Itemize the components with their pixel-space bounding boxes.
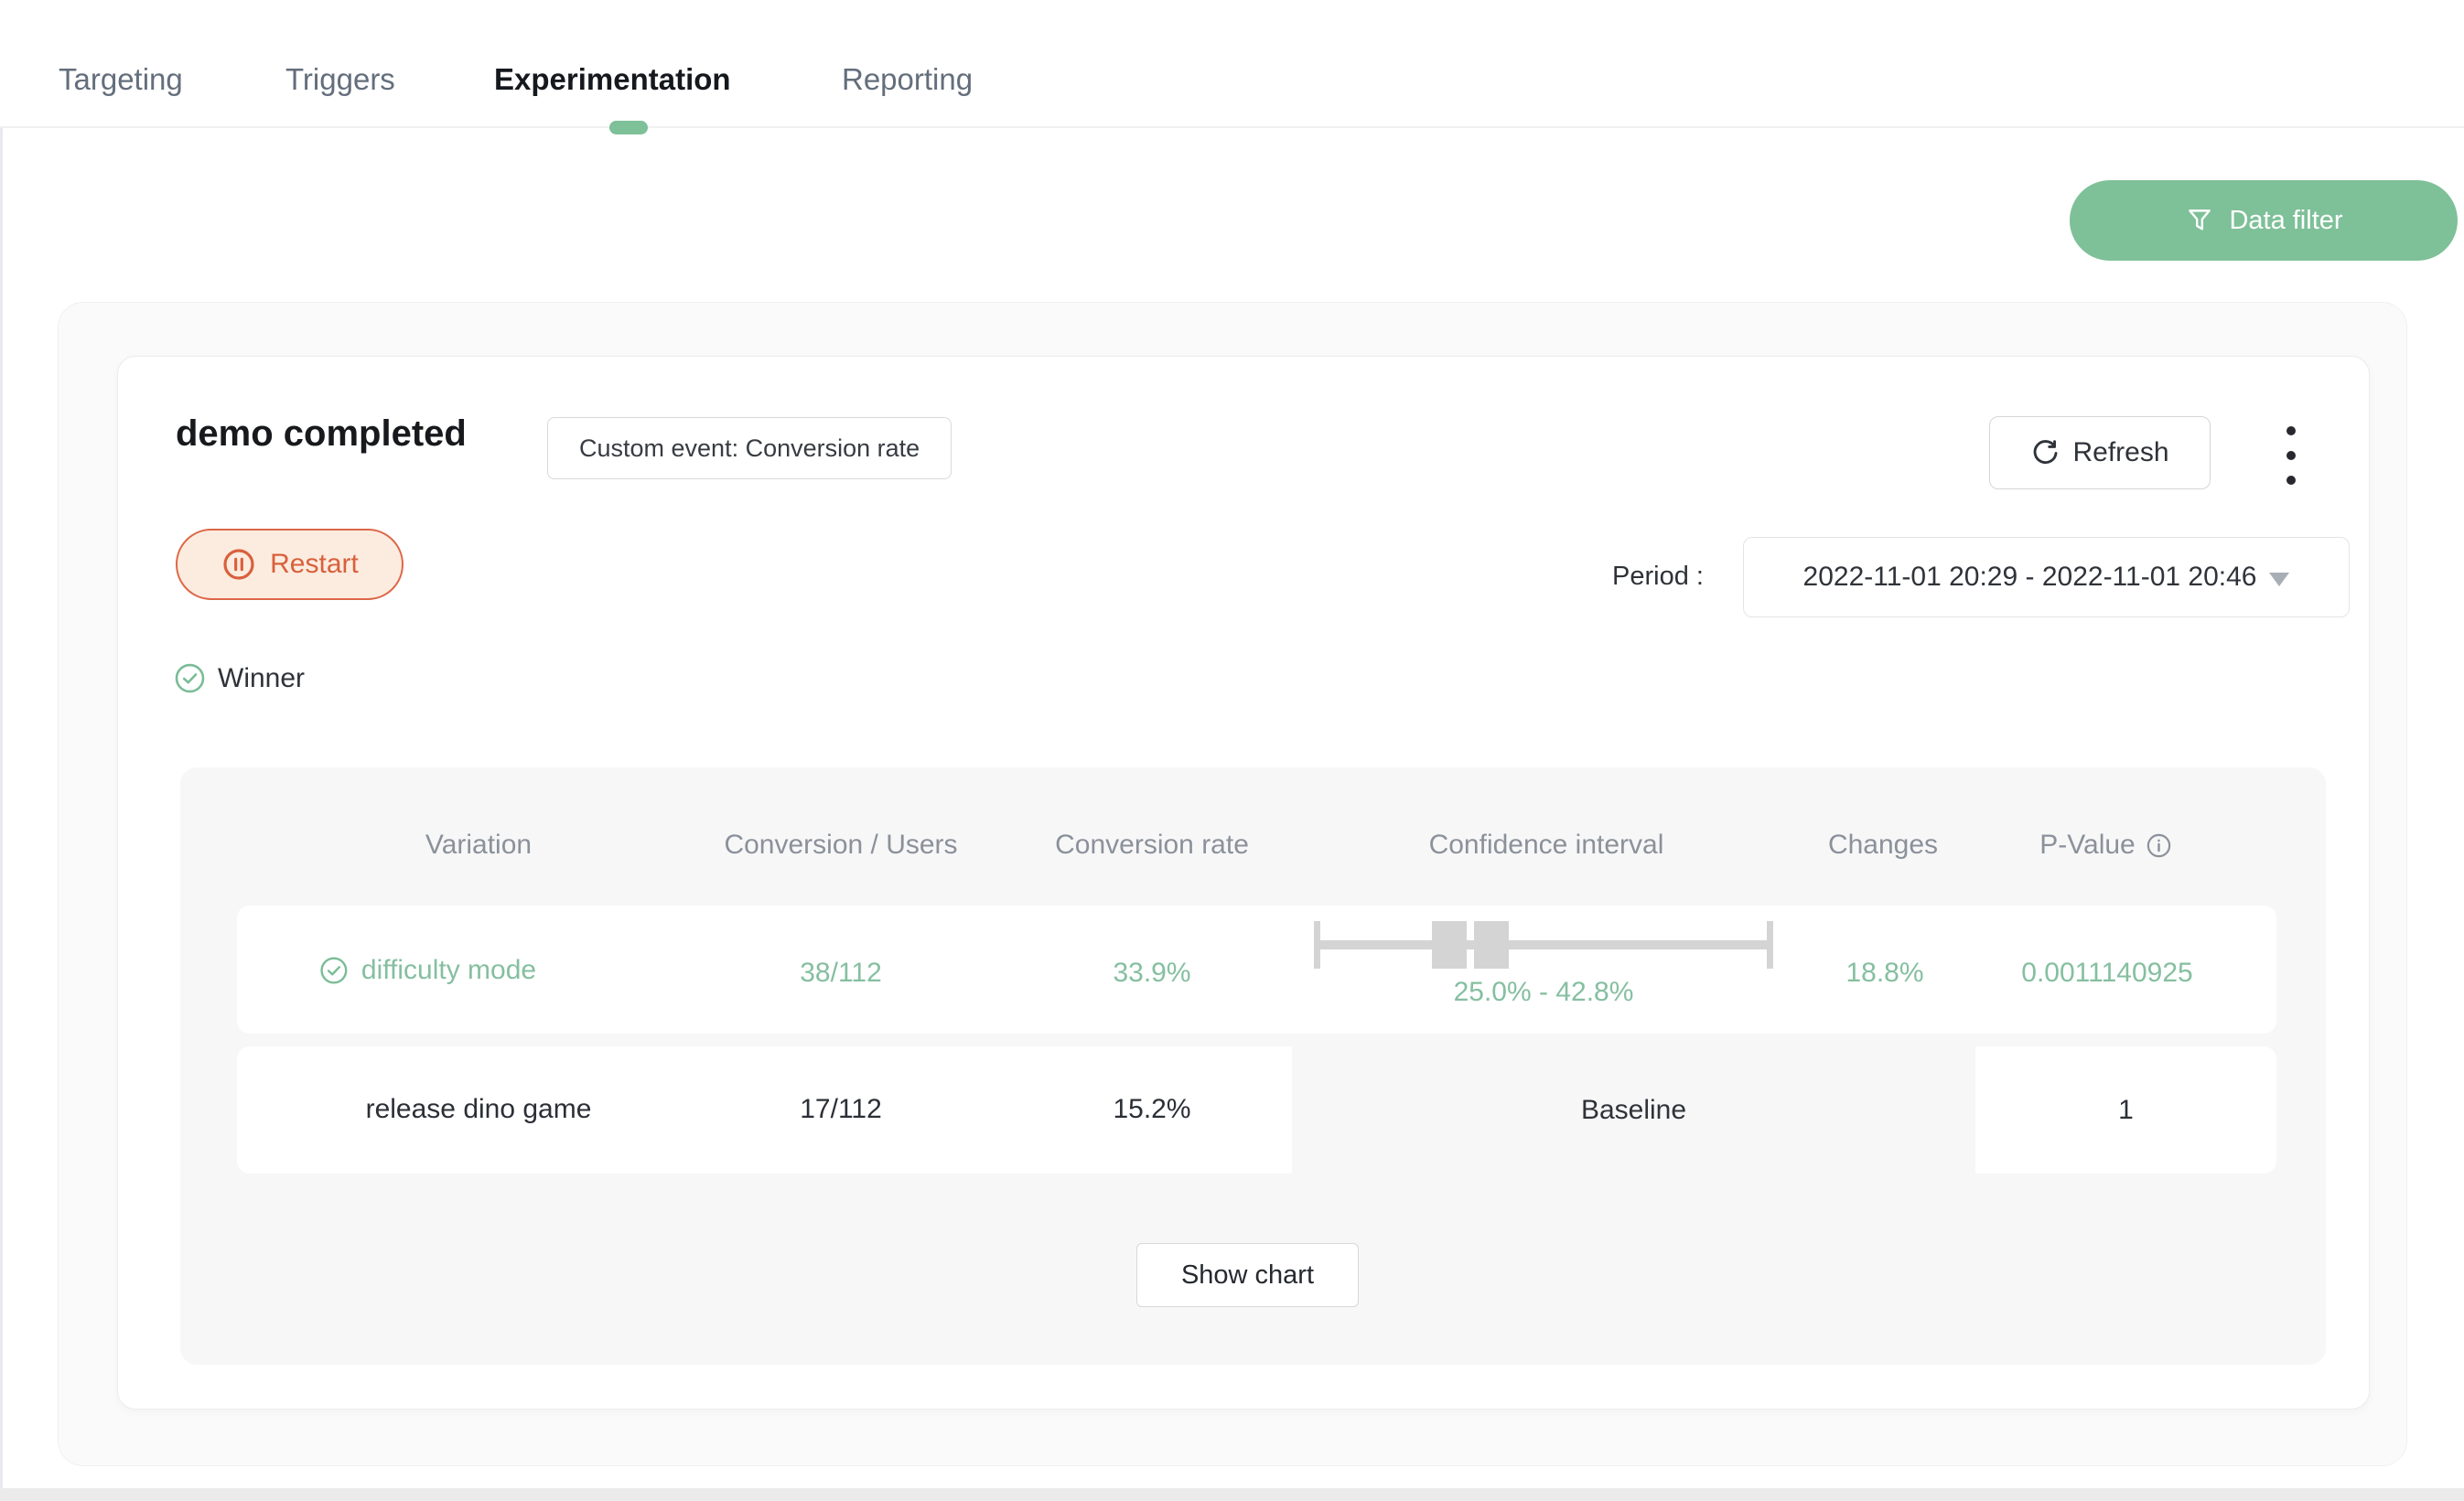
- winner-legend: Winner: [173, 661, 305, 695]
- refresh-button[interactable]: Refresh: [1989, 416, 2211, 489]
- experiment-card: demo completed Custom event: Conversion …: [117, 356, 2370, 1410]
- p-value-cell: 0.0011140925: [2021, 958, 2192, 989]
- tab-experimentation[interactable]: Experimentation: [494, 62, 731, 97]
- bottom-section-edge: [0, 1488, 2464, 1501]
- table-row-difficulty-mode[interactable]: difficulty mode 38/112 33.9% 25.0% - 42.…: [237, 906, 2276, 1034]
- variation-name: difficulty mode: [361, 955, 536, 986]
- variation-name: release dino game: [366, 1094, 592, 1125]
- data-filter-label: Data filter: [2229, 206, 2342, 236]
- ci-box: [1474, 921, 1509, 969]
- conversion-users-cell: 17/112: [800, 1094, 882, 1125]
- p-value-cell[interactable]: 1: [1975, 1046, 2276, 1174]
- variation-cell: difficulty mode: [318, 955, 536, 986]
- table-row-release-dino-game[interactable]: release dino game 17/112 15.2%: [237, 1046, 1292, 1174]
- tab-targeting[interactable]: Targeting: [59, 62, 183, 97]
- refresh-icon: [2030, 438, 2061, 468]
- tab-bar: Targeting Triggers Experimentation Repor…: [0, 0, 2464, 128]
- confidence-interval-label: 25.0% - 42.8%: [1454, 977, 1634, 1008]
- p-value-header-label: P-Value: [2039, 830, 2136, 861]
- restart-label: Restart: [270, 549, 359, 580]
- confidence-interval-chart: [1314, 921, 1773, 969]
- period-label: Period :: [1445, 562, 1704, 592]
- page-left-divider: [0, 0, 3, 1501]
- tab-label: Experimentation: [494, 62, 731, 96]
- ci-right-cap: [1767, 921, 1773, 969]
- ci-left-cap: [1314, 921, 1320, 969]
- changes-cell: 18.8%: [1845, 958, 1923, 989]
- experiment-section: demo completed Custom event: Conversion …: [58, 302, 2407, 1466]
- tab-reporting[interactable]: Reporting: [842, 62, 973, 97]
- baseline-cell: Baseline: [1292, 1046, 1975, 1174]
- ci-line: [1314, 940, 1773, 949]
- ci-box: [1432, 921, 1467, 969]
- more-options-button[interactable]: [2273, 426, 2309, 485]
- pause-circle-icon: [221, 546, 257, 583]
- restart-button[interactable]: Restart: [176, 529, 403, 600]
- funnel-icon: [2184, 205, 2215, 236]
- tab-label: Triggers: [285, 62, 395, 96]
- info-icon[interactable]: [2145, 831, 2173, 860]
- conversion-users-cell: 38/112: [800, 958, 882, 989]
- kebab-dot: [2286, 426, 2296, 435]
- winner-check-icon: [173, 661, 207, 695]
- kebab-dot: [2286, 451, 2296, 460]
- tab-label: Targeting: [59, 62, 183, 96]
- experiment-title: demo completed: [176, 413, 467, 455]
- data-filter-button[interactable]: Data filter: [2070, 180, 2458, 261]
- conversion-rate-cell: 15.2%: [1113, 1094, 1190, 1125]
- column-header-p-value: P-Value: [1905, 830, 2308, 861]
- kebab-dot: [2286, 476, 2296, 485]
- show-chart-button[interactable]: Show chart: [1136, 1243, 1359, 1307]
- winner-check-icon: [318, 955, 350, 986]
- chevron-down-icon: [2269, 573, 2289, 586]
- winner-label: Winner: [218, 663, 305, 694]
- tab-label: Reporting: [842, 62, 973, 96]
- results-table: Variation Conversion / Users Conversion …: [180, 767, 2326, 1365]
- tab-triggers[interactable]: Triggers: [285, 62, 395, 97]
- period-select[interactable]: 2022-11-01 20:29 - 2022-11-01 20:46: [1743, 537, 2350, 617]
- event-type-badge: Custom event: Conversion rate: [547, 417, 952, 479]
- column-header-variation: Variation: [277, 830, 680, 861]
- period-value: 2022-11-01 20:29 - 2022-11-01 20:46: [1803, 562, 2257, 593]
- experimentation-page: Targeting Triggers Experimentation Repor…: [0, 0, 2464, 1501]
- conversion-rate-cell: 33.9%: [1113, 958, 1190, 989]
- active-tab-indicator: [609, 121, 648, 134]
- refresh-label: Refresh: [2072, 437, 2168, 468]
- column-header-conversion-rate: Conversion rate: [951, 830, 1353, 861]
